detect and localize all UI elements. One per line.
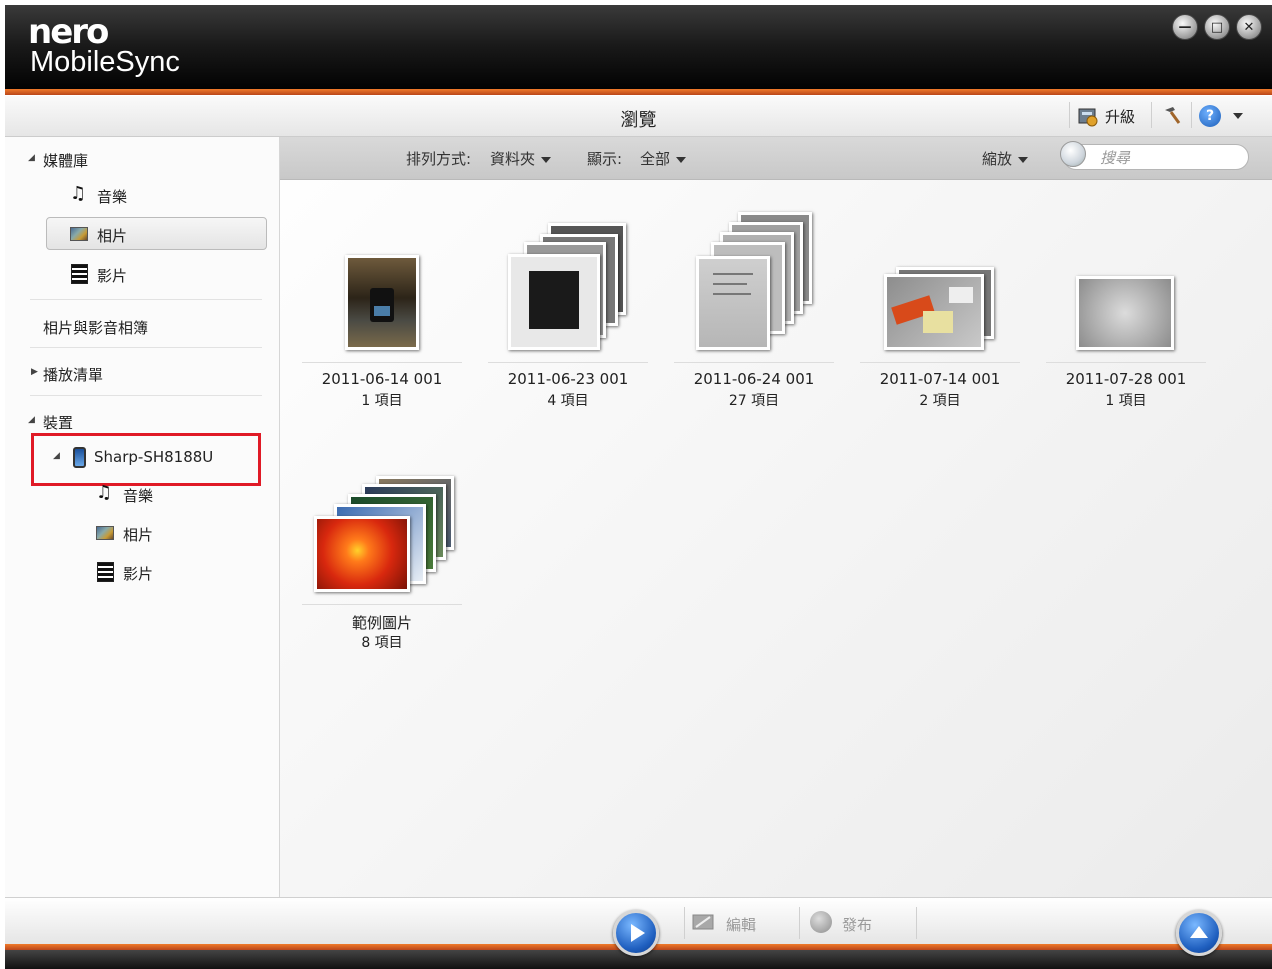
play-icon (631, 924, 645, 942)
close-icon[interactable]: ✕ (1236, 14, 1262, 40)
publish-button[interactable]: 發布 (842, 914, 872, 935)
play-button[interactable] (613, 910, 659, 956)
album-separator (674, 362, 834, 363)
photo-icon (70, 227, 88, 241)
bottom-separator (799, 907, 800, 939)
display-dropdown[interactable]: 全部 (640, 148, 687, 169)
album-thumbnail (696, 256, 770, 350)
sort-value: 資料夾 (490, 150, 536, 168)
album-name: 2011-07-28 001 (1065, 370, 1187, 388)
upgrade-label[interactable]: 升級 (1105, 106, 1135, 127)
hammer-icon[interactable] (1161, 104, 1183, 126)
sidebar-item-photo-video-album[interactable]: 相片與影音相簿 (43, 317, 148, 338)
toolbar-separator (1191, 102, 1192, 128)
album-tile[interactable]: 範例圖片 8 項目 (302, 442, 462, 662)
app-name: MobileSync (30, 46, 180, 78)
album-count: 8 項目 (361, 635, 403, 651)
album-count: 1 項目 (1105, 393, 1147, 409)
album-name: 2011-07-14 001 (879, 370, 1001, 388)
up-arrow-icon (1190, 925, 1208, 938)
photo-icon (96, 526, 114, 540)
header-strip: 瀏覽 升級 ? (5, 96, 1272, 137)
album-separator (860, 362, 1020, 363)
phone-icon (73, 447, 86, 468)
album-separator (302, 362, 462, 363)
chevron-down-icon (676, 156, 687, 163)
chevron-down-icon (1018, 156, 1029, 163)
eject-button[interactable] (1176, 910, 1222, 956)
title-bar-accent (5, 89, 1272, 95)
album-tile[interactable]: 2011-07-28 001 1 項目 (1046, 200, 1206, 420)
album-count: 2 項目 (919, 393, 961, 409)
sidebar-item-videos[interactable]: 影片 (97, 265, 127, 286)
sidebar-heading-library[interactable]: 媒體庫 (43, 150, 88, 171)
film-icon (71, 264, 88, 284)
help-icon[interactable]: ? (1199, 105, 1221, 127)
display-value: 全部 (640, 150, 671, 168)
title-bar (5, 5, 1272, 93)
album-count: 4 項目 (547, 393, 589, 409)
chevron-down-icon (541, 156, 552, 163)
zoom-dropdown[interactable]: 縮放 (982, 148, 1029, 169)
edit-icon[interactable] (692, 914, 716, 930)
album-tile[interactable]: 2011-07-14 001 2 項目 (860, 200, 1020, 420)
album-thumbnail (1076, 276, 1174, 350)
sidebar-divider (30, 347, 262, 348)
sidebar (5, 137, 280, 897)
album-thumbnail (345, 255, 419, 350)
sidebar-item-device-videos[interactable]: 影片 (123, 563, 153, 584)
zoom-label: 縮放 (982, 150, 1013, 168)
sidebar-item-device-photos[interactable]: 相片 (123, 524, 153, 545)
music-icon: ♫ (96, 482, 113, 503)
album-tile[interactable]: 2011-06-14 001 1 項目 (302, 200, 462, 420)
album-thumbnail (884, 274, 984, 350)
collapse-triangle-icon[interactable]: ◢ (28, 415, 35, 425)
sidebar-item-photos[interactable]: 相片 (97, 225, 127, 246)
edit-button[interactable]: 編輯 (726, 914, 756, 935)
sidebar-divider (30, 395, 262, 396)
search-placeholder: 搜尋 (1100, 149, 1131, 167)
music-icon: ♫ (70, 183, 87, 204)
bottom-separator (684, 907, 685, 939)
sort-label: 排列方式: (406, 150, 472, 168)
bottom-separator (916, 907, 917, 939)
album-name: 2011-06-23 001 (507, 370, 629, 388)
album-thumbnail (508, 254, 600, 350)
sidebar-divider (30, 299, 262, 300)
sidebar-item-device-music[interactable]: 音樂 (123, 485, 153, 506)
album-grid: 2011-06-14 001 1 項目 2011-06-23 001 4 項目 … (280, 180, 1272, 897)
sidebar-item-device[interactable]: Sharp-SH8188U (94, 448, 213, 466)
album-count: 1 項目 (361, 393, 403, 409)
toolbar-separator (1069, 102, 1070, 128)
album-tile[interactable]: 2011-06-23 001 4 項目 (488, 200, 648, 420)
toolbar-separator (1151, 102, 1152, 128)
search-icon[interactable] (1060, 141, 1086, 167)
upgrade-icon[interactable] (1077, 105, 1099, 127)
album-separator (488, 362, 648, 363)
help-dropdown-chevron-icon[interactable] (1227, 108, 1243, 124)
collapse-triangle-icon[interactable]: ◢ (28, 153, 35, 163)
minimize-icon[interactable]: — (1172, 14, 1198, 40)
album-name: 2011-06-14 001 (321, 370, 443, 388)
album-tile[interactable]: 2011-06-24 001 27 項目 (674, 200, 834, 420)
film-icon (97, 562, 114, 582)
sidebar-item-music[interactable]: 音樂 (97, 186, 127, 207)
search-input[interactable] (1063, 144, 1249, 170)
sort-dropdown[interactable]: 資料夾 (490, 148, 552, 169)
album-thumbnail (314, 516, 410, 592)
album-name: 2011-06-24 001 (693, 370, 815, 388)
maximize-icon[interactable]: □ (1204, 14, 1230, 40)
album-count: 27 項目 (728, 393, 780, 409)
display-label: 顯示: (587, 150, 623, 168)
album-name: 範例圖片 (351, 614, 412, 632)
album-separator (1046, 362, 1206, 363)
collapse-triangle-icon[interactable]: ◢ (53, 451, 60, 461)
sidebar-heading-devices[interactable]: 裝置 (43, 412, 73, 433)
expand-triangle-icon[interactable]: ▶ (31, 367, 38, 377)
album-separator (302, 604, 462, 605)
sidebar-heading-playlist[interactable]: 播放清單 (43, 364, 103, 385)
publish-icon[interactable] (810, 911, 832, 933)
